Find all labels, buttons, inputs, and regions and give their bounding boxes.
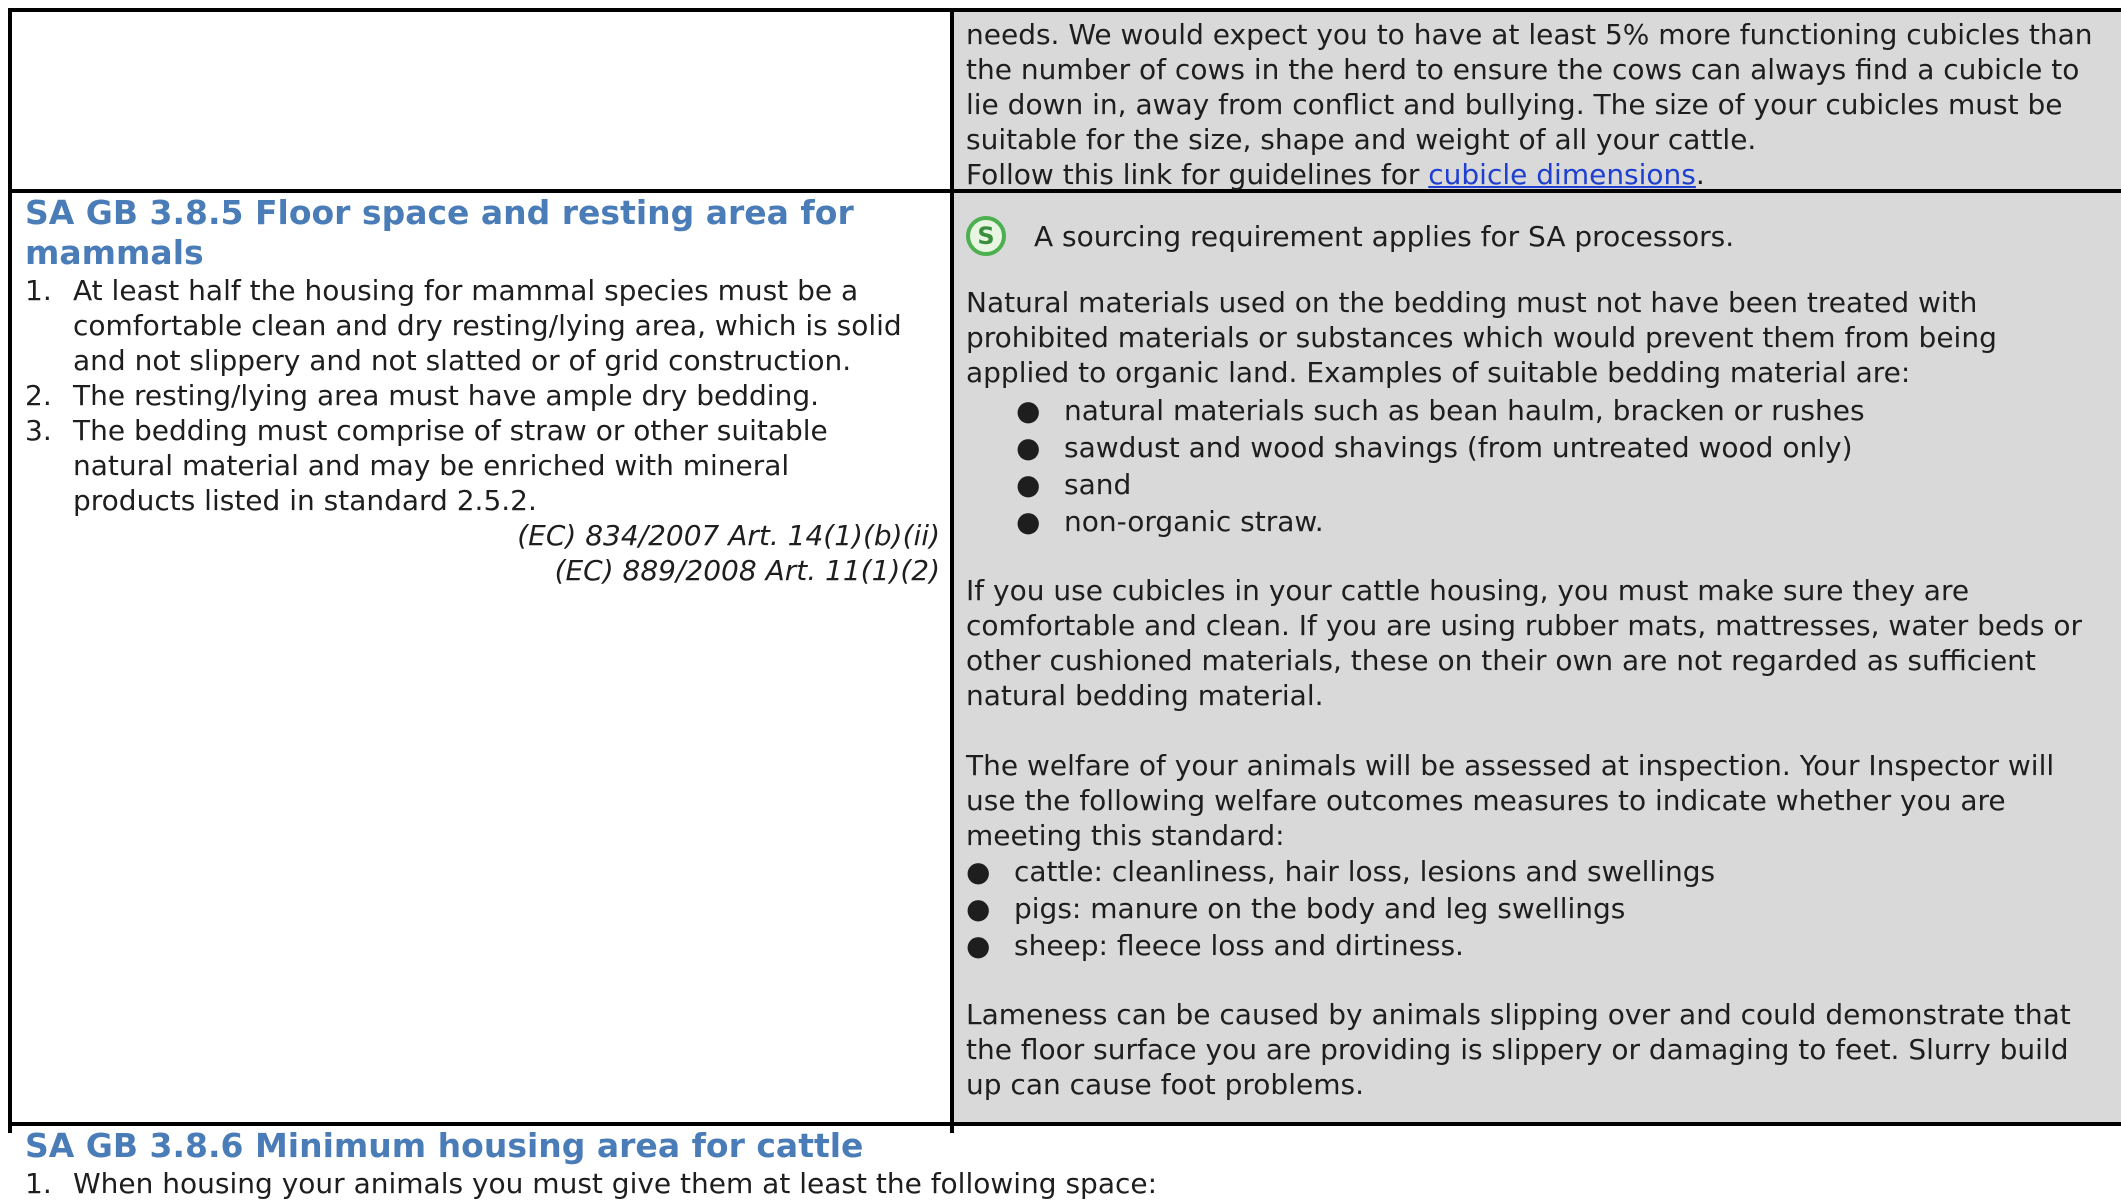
list-item-text: non-organic straw. (1064, 505, 1324, 538)
bullet-dot-icon: ● (1016, 468, 1041, 501)
lameness-paragraph-line: the floor surface you are providing is s… (966, 1033, 2069, 1066)
bullet-dot-icon: ● (966, 892, 991, 925)
list-item-text: cattle: cleanliness, hair loss, lesions … (1014, 855, 1716, 888)
item-number: 3. (25, 414, 52, 447)
bullet-dot-icon: ● (1016, 431, 1041, 464)
welfare-outcomes-list: ● cattle: cleanliness, hair loss, lesions… (966, 853, 2111, 964)
link-suffix: . (1695, 158, 1705, 191)
bullet-dot-icon: ● (1016, 505, 1041, 538)
welfare-paragraph-line: The welfare of your animals will be asse… (966, 749, 2055, 782)
standard-385-cell: SA GB 3.8.5 Floor space and resting area… (12, 193, 950, 1122)
list-item: ● sheep: fleece loss and dirtiness. (966, 927, 2111, 964)
standard-386-cell: SA GB 3.8.6 Minimum housing area for cat… (12, 1126, 2121, 1200)
list-item: 3. The bedding must comprise of straw or… (25, 413, 940, 518)
list-item-text: pigs: manure on the body and leg swellin… (1014, 892, 1626, 925)
list-item: ● sawdust and wood shavings (from untreat… (1016, 429, 2111, 466)
bedding-paragraph-line: prohibited materials or substances which… (966, 321, 1997, 354)
cubicle-link-line: Follow this link for guidelines for cubi… (966, 157, 2111, 192)
bedding-paragraph-line: applied to organic land. Examples of sui… (966, 356, 1911, 389)
list-item-text: sawdust and wood shavings (from untreate… (1064, 431, 1853, 464)
guidance-text-line: the number of cows in the herd to ensure… (966, 53, 2080, 86)
sourcing-requirement-row: S A sourcing requirement applies for SA … (966, 215, 2111, 257)
list-item: ● cattle: cleanliness, hair loss, lesions… (966, 853, 2111, 890)
cubicle-paragraph-line: If you use cubicles in your cattle housi… (966, 574, 1970, 607)
bullet-dot-icon: ● (1016, 394, 1041, 427)
standard-386-heading: SA GB 3.8.6 Minimum housing area for cat… (25, 1126, 864, 1165)
sourcing-requirement-s-icon: S (966, 216, 1006, 256)
welfare-paragraph-line: meeting this standard: (966, 819, 1285, 852)
row1-guidance-cell: needs. We would expect you to have at le… (954, 12, 2121, 192)
lameness-paragraph-line: up can cause foot problems. (966, 1068, 1364, 1101)
list-item: ● pigs: manure on the body and leg swelli… (966, 890, 2111, 927)
item-number: 2. (25, 379, 52, 412)
regulation-reference: (EC) 834/2007 Art. 14(1)(b)(ii) (517, 519, 940, 552)
bedding-paragraph-line: Natural materials used on the bedding mu… (966, 286, 1978, 319)
list-item: ● natural materials such as bean haulm, b… (1016, 392, 2111, 429)
item-line: At least half the housing for mammal spe… (73, 274, 859, 307)
cubicle-paragraph-line: other cushioned materials, these on thei… (966, 644, 2036, 677)
item-number: 1. (25, 1167, 52, 1200)
item-line: comfortable clean and dry resting/lying … (73, 309, 902, 342)
list-item-text: natural materials such as bean haulm, br… (1064, 394, 1865, 427)
row1-left-cell (12, 12, 950, 189)
lameness-paragraph-line: Lameness can be caused by animals slippi… (966, 998, 2071, 1031)
cubicle-paragraph-line: natural bedding material. (966, 679, 1324, 712)
list-item: 1. When housing your animals you must gi… (25, 1166, 2111, 1201)
welfare-paragraph-line: use the following welfare outcomes measu… (966, 784, 2006, 817)
list-item: 2. The resting/lying area must have ampl… (25, 378, 940, 413)
bullet-dot-icon: ● (966, 929, 991, 962)
link-prefix: Follow this link for guidelines for (966, 158, 1429, 191)
item-line: The resting/lying area must have ample d… (73, 379, 819, 412)
list-item: ● sand (1016, 466, 2111, 503)
item-number: 1. (25, 274, 52, 307)
list-item-text: sand (1064, 468, 1132, 501)
guidance-text-line: lie down in, away from conflict and bull… (966, 88, 2063, 121)
guidance-385-cell: S A sourcing requirement applies for SA … (954, 193, 2121, 1122)
item-line: The bedding must comprise of straw or ot… (73, 414, 828, 447)
cubicle-dimensions-link[interactable]: cubicle dimensions (1428, 158, 1696, 191)
regulation-reference: (EC) 889/2008 Art. 11(1)(2) (554, 554, 940, 587)
bedding-material-list: ● natural materials such as bean haulm, b… (966, 392, 2111, 540)
list-item-text: sheep: fleece loss and dirtiness. (1014, 929, 1464, 962)
guidance-text-line: suitable for the size, shape and weight … (966, 123, 1757, 156)
list-item: 1. At least half the housing for mammal … (25, 273, 940, 378)
standard-385-list: 1. At least half the housing for mammal … (25, 273, 940, 518)
item-line: products listed in standard 2.5.2. (73, 484, 537, 517)
standard-385-heading: SA GB 3.8.5 Floor space and resting area… (25, 193, 854, 272)
sourcing-requirement-text: A sourcing requirement applies for SA pr… (1034, 219, 1735, 253)
cubicle-paragraph-line: comfortable and clean. If you are using … (966, 609, 2083, 642)
item-line: natural material and may be enriched wit… (73, 449, 790, 482)
bullet-dot-icon: ● (966, 855, 991, 888)
item-line: and not slippery and not slatted or of g… (73, 344, 852, 377)
list-item: ● non-organic straw. (1016, 503, 2111, 540)
item-line: When housing your animals you must give … (73, 1167, 1158, 1200)
guidance-text-line: needs. We would expect you to have at le… (966, 18, 2093, 51)
